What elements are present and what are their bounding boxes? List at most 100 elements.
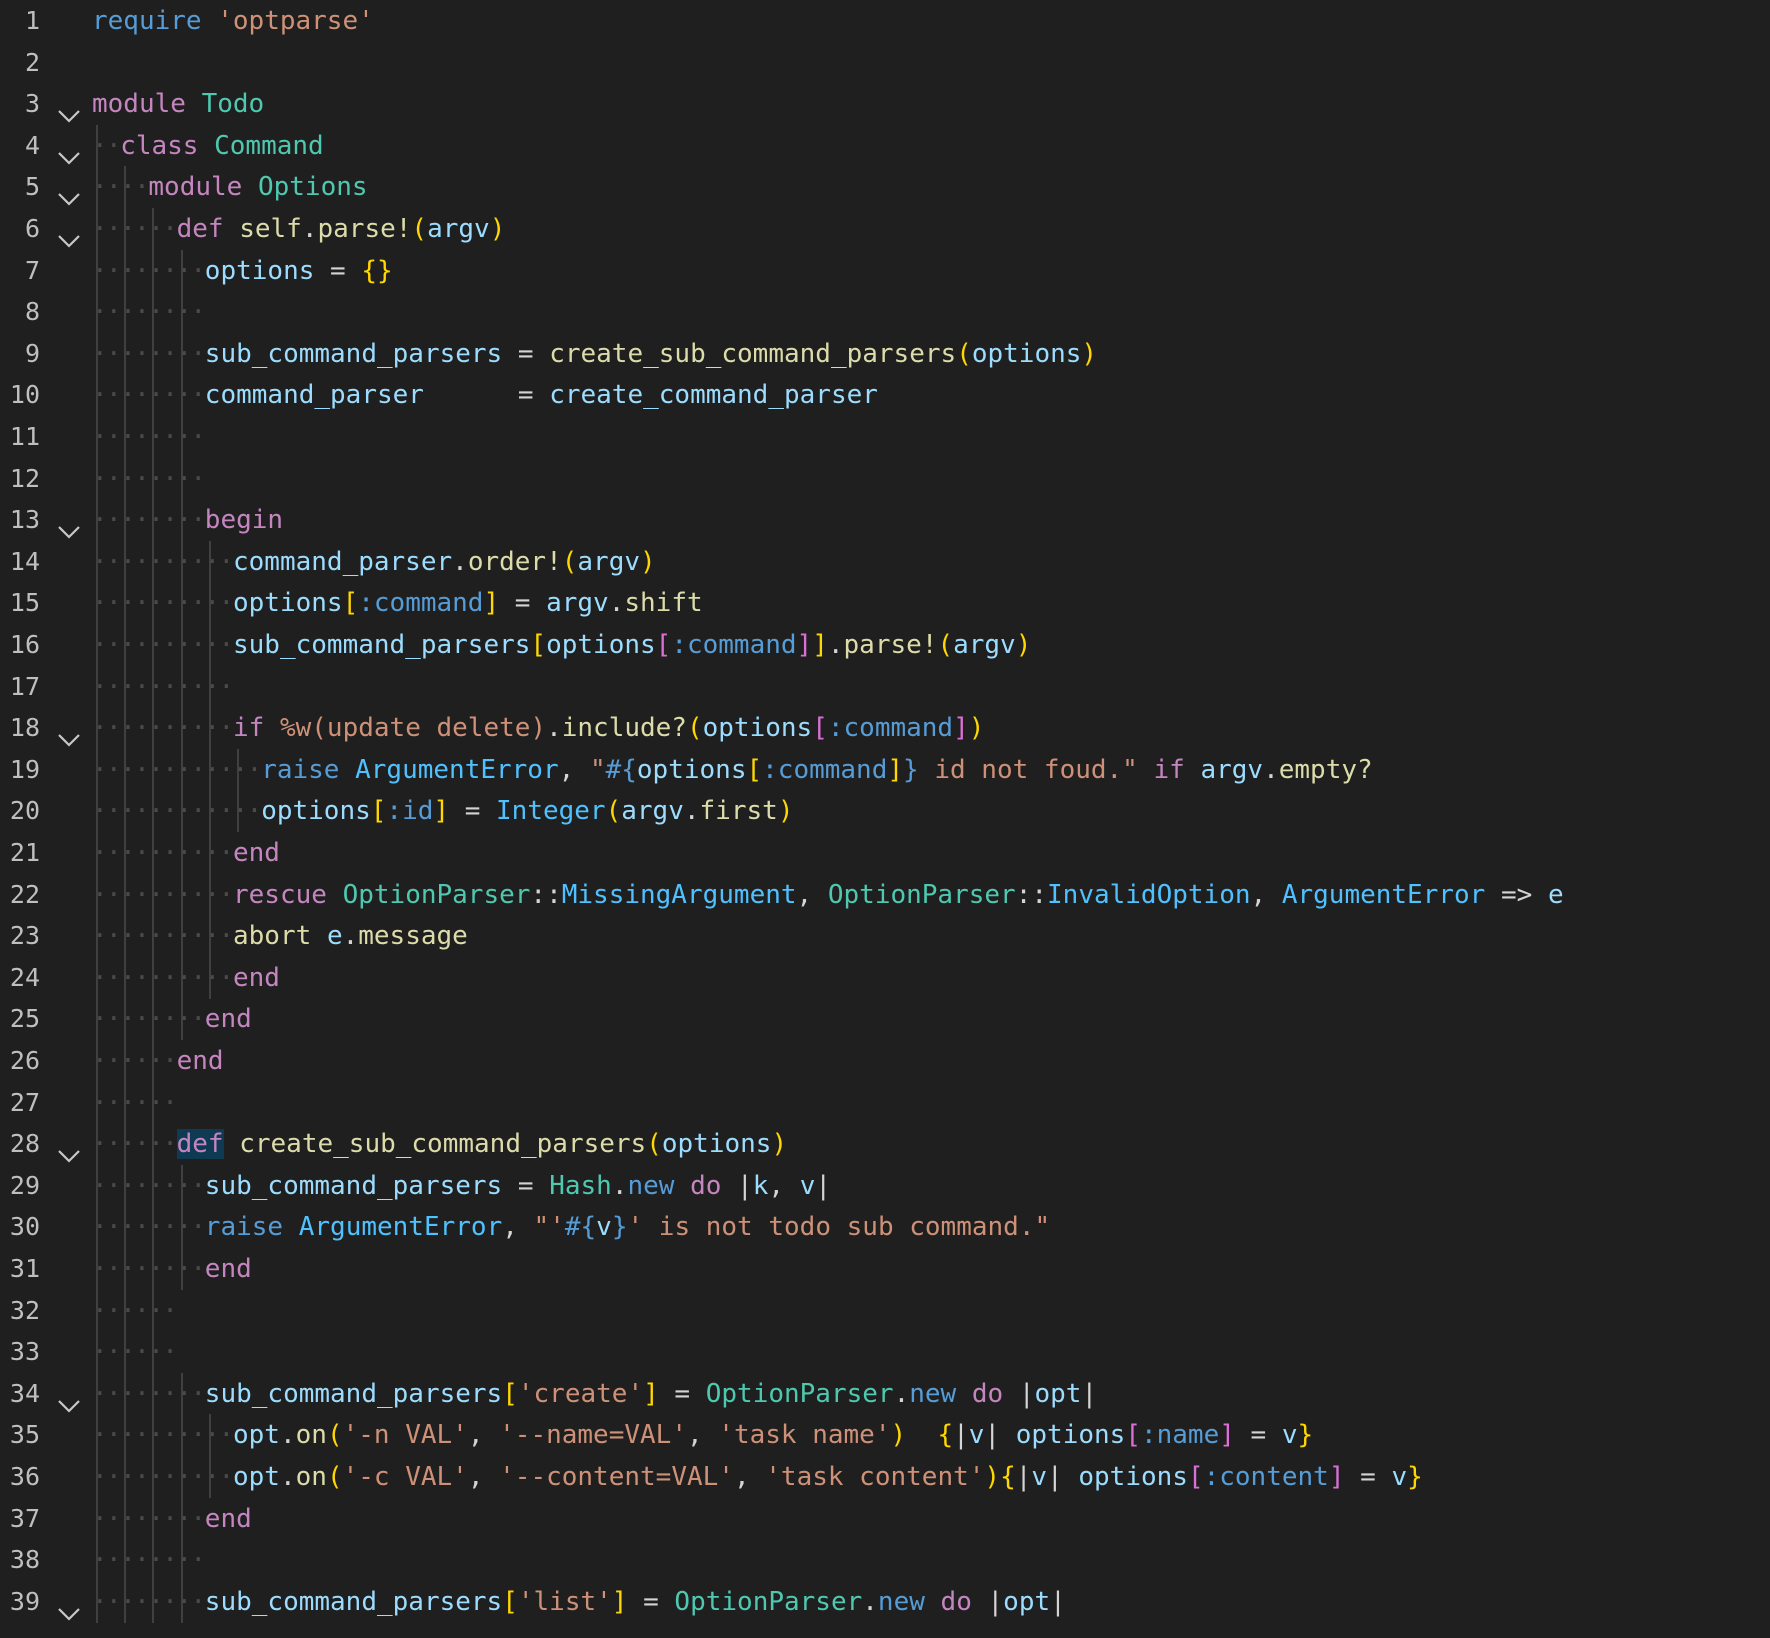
code-token: ArgumentError (298, 1212, 503, 1243)
code-line[interactable]: 20 ············ options[:id] = Integer(arg… (0, 790, 1770, 833)
code-token: :content (1203, 1462, 1329, 1492)
code-line[interactable]: 31 ········ end (0, 1248, 1770, 1290)
code-line[interactable]: 3 module Todo (0, 83, 1770, 125)
code-line[interactable]: 34 ········ sub_command_parsers['create'] … (0, 1372, 1770, 1415)
code-token: module (92, 89, 186, 120)
chevron-down-icon[interactable] (56, 720, 82, 747)
code-line[interactable]: 6 ······ def self.parse!(argv) (0, 208, 1770, 250)
code-token: opt (1034, 1378, 1082, 1409)
code-line[interactable]: 39 ········ sub_command_parsers['list'] = … (0, 1580, 1770, 1623)
line-number: 32 (9, 1295, 40, 1325)
code-line[interactable]: 8 ········ (0, 291, 1770, 334)
chevron-down-icon[interactable] (56, 138, 82, 165)
code-token: include? (561, 713, 687, 744)
whitespace-markers: ···· (92, 172, 150, 203)
code-token: options (971, 338, 1082, 369)
code-editor[interactable]: 1 require 'optparse' 2 3 module Todo 4 ·· class… (0, 0, 1770, 1638)
code-line[interactable]: 24 ·········· end (0, 956, 1770, 999)
code-text: end (205, 998, 252, 1040)
code-text: command_parser = create_command_parser (205, 374, 878, 416)
whitespace-markers: ········ (92, 1004, 206, 1035)
code-line[interactable]: 27 ······ (0, 1081, 1770, 1124)
chevron-down-icon[interactable] (56, 1594, 82, 1621)
chevron-down-icon[interactable] (56, 512, 82, 539)
whitespace-markers: ········ (92, 1586, 206, 1617)
code-line[interactable]: 10 ········ command_parser = create_comman… (0, 374, 1770, 417)
line-number: 18 (9, 713, 40, 743)
code-token: sub_command_parsers (204, 1378, 503, 1409)
code-line[interactable]: 7 ········ options = {} (0, 249, 1770, 292)
code-token: e (326, 921, 343, 952)
code-token: } (903, 754, 919, 785)
code-token: 'create' (517, 1378, 644, 1409)
code-token: #{ (564, 1212, 597, 1243)
chevron-down-icon[interactable] (56, 221, 82, 248)
code-token: . (342, 921, 359, 952)
code-line[interactable]: 33 ······ (0, 1331, 1770, 1374)
chevron-down-icon[interactable] (56, 1136, 82, 1163)
code-line[interactable]: 2 (0, 42, 1770, 84)
code-token: :command (827, 713, 954, 744)
code-text: opt.on('-c VAL', '--content=VAL', 'task … (233, 1456, 1423, 1498)
line-number: 3 (24, 89, 40, 119)
code-line[interactable]: 21 ·········· end (0, 832, 1770, 874)
code-line[interactable]: 29 ········ sub_command_parsers = Hash.new… (0, 1164, 1770, 1207)
code-token: => (1485, 879, 1548, 910)
code-line[interactable]: 38 ········ (0, 1539, 1770, 1582)
code-token: end (204, 1503, 252, 1534)
chevron-down-icon[interactable] (56, 179, 82, 206)
chevron-down-icon[interactable] (56, 1386, 82, 1413)
line-number: 33 (9, 1337, 40, 1367)
code-token: {} (361, 255, 393, 286)
code-token: } (611, 1212, 628, 1243)
whitespace-markers: ········ (92, 1378, 206, 1409)
code-line[interactable]: 28 ······ def create_sub_command_parsers(o… (0, 1123, 1770, 1166)
code-line[interactable]: 32 ······ (0, 1289, 1770, 1332)
code-line[interactable]: 13 ········ begin (0, 499, 1770, 542)
code-token: ] (483, 588, 500, 619)
code-token: . (683, 796, 700, 827)
code-token: argv (427, 214, 490, 244)
code-line[interactable]: 19 ············ raise ArgumentError, "#{op… (0, 748, 1770, 791)
code-line[interactable]: 11 ········ (0, 416, 1770, 458)
code-line[interactable]: 5 ···· module Options (0, 166, 1770, 209)
code-line[interactable]: 26 ······ end (0, 1040, 1770, 1082)
code-line[interactable]: 25 ········ end (0, 998, 1770, 1041)
code-token: [ (502, 1378, 518, 1409)
code-token: k (752, 1170, 769, 1201)
code-token: new (877, 1586, 925, 1617)
code-token: [ (502, 1586, 518, 1617)
code-line[interactable]: 1 require 'optparse' (0, 0, 1770, 42)
code-text: end (205, 1248, 252, 1290)
code-token: sub_command_parsers (204, 1170, 503, 1201)
code-line[interactable]: 16 ·········· sub_command_parsers[options[… (0, 624, 1770, 666)
code-token: ) (984, 1462, 1001, 1492)
code-line[interactable]: 30 ········ raise ArgumentError, "'#{v}' i… (0, 1206, 1770, 1249)
chevron-down-icon[interactable] (56, 96, 82, 123)
code-line[interactable]: 36 ·········· opt.on('-c VAL', '--content=… (0, 1456, 1770, 1498)
code-line[interactable]: 15 ·········· options[:command] = argv.shi… (0, 582, 1770, 625)
code-line[interactable]: 23 ·········· abort e.message (0, 915, 1770, 958)
code-line[interactable]: 35 ·········· opt.on('-n VAL', '--name=VAL… (0, 1414, 1770, 1457)
code-token: OptionParser (674, 1586, 863, 1617)
code-text: sub_command_parsers['create'] = OptionPa… (205, 1373, 1097, 1415)
line-number: 26 (9, 1046, 40, 1075)
code-line[interactable]: 4 ·· class Command (0, 124, 1770, 167)
code-token: module (148, 172, 243, 203)
code-line[interactable]: 17 ·········· (0, 665, 1770, 708)
code-text: def self.parse!(argv) (177, 208, 506, 250)
code-line[interactable]: 12 ········ (0, 457, 1770, 500)
code-line[interactable]: 14 ·········· command_parser.order!(argv) (0, 540, 1770, 583)
code-token: opt (1003, 1586, 1051, 1617)
code-token: [ (1187, 1462, 1204, 1492)
code-line[interactable]: 18 ·········· if %w(update delete).include… (0, 707, 1770, 750)
whitespace-markers: ······ (92, 1087, 178, 1118)
whitespace-markers: ········ (92, 255, 206, 286)
code-line[interactable]: 22 ·········· rescue OptionParser::Missing… (0, 873, 1770, 916)
code-line[interactable]: 37 ········ end (0, 1497, 1770, 1540)
code-token: ) (489, 214, 506, 244)
whitespace-markers: ·········· (92, 713, 234, 744)
line-number: 21 (9, 838, 40, 867)
code-token: , (1250, 879, 1282, 910)
code-line[interactable]: 9 ········ sub_command_parsers = create_su… (0, 332, 1770, 375)
